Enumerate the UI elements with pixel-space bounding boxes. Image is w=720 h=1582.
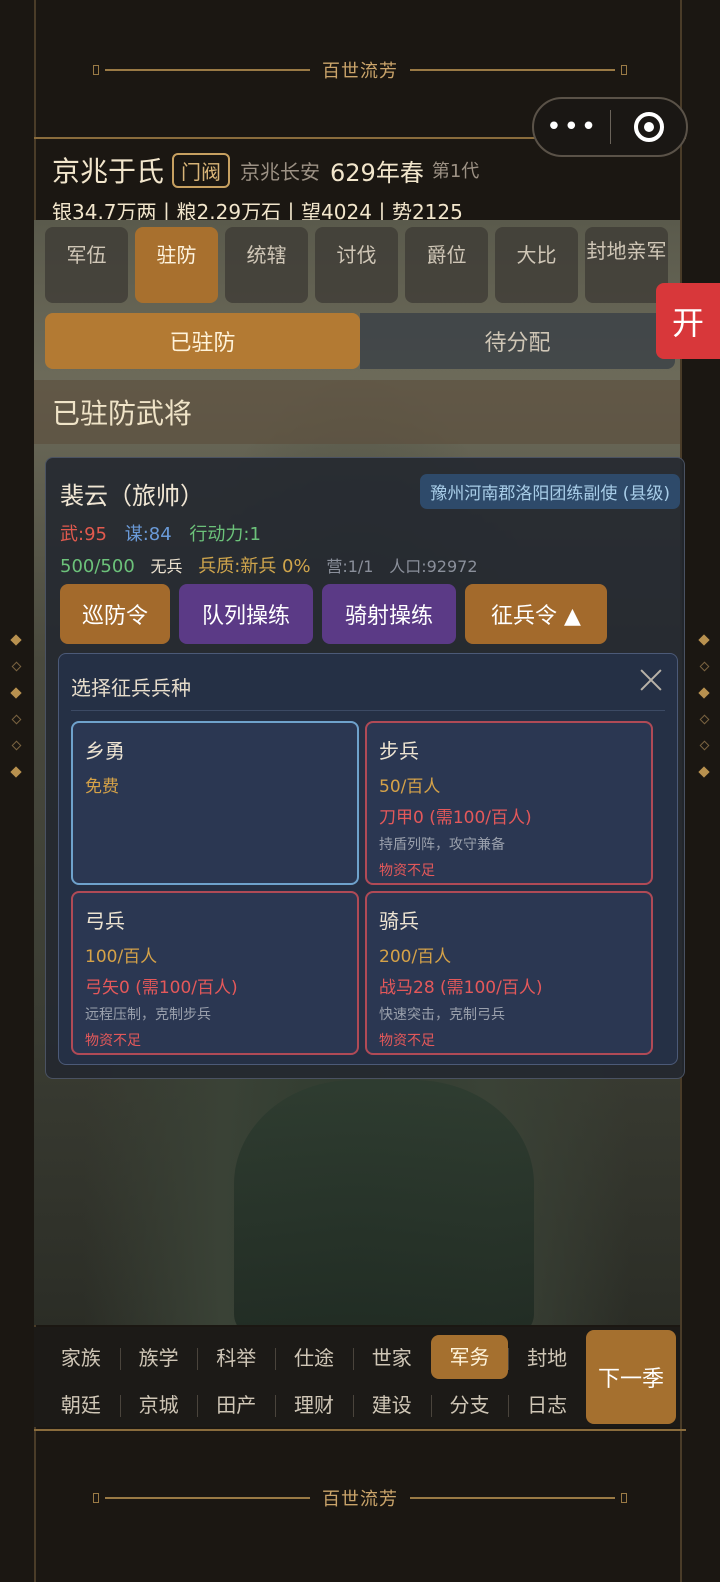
target-icon [633, 112, 664, 142]
stat-action-points: 行动力:1 [189, 524, 261, 545]
general-attributes: 武:95 谋:84 行动力:1 [60, 520, 273, 546]
general-troop-info: 500/500 无兵 兵质:新兵 0% 营:1/1 人口:92972 [60, 552, 488, 578]
right-ornament [697, 634, 711, 778]
recruit-option-archer[interactable]: 弓兵 100/百人 弓矢0 (需100/百人) 远程压制，克制步兵 物资不足 [71, 891, 359, 1055]
option-name: 骑兵 [379, 909, 419, 933]
patrol-order-button[interactable]: 巡防令 [60, 584, 170, 644]
side-open-tab[interactable]: 开 [656, 283, 720, 359]
close-miniprogram-button[interactable] [611, 112, 686, 142]
top-banner: 百世流芳 [0, 58, 720, 82]
option-description: 远程压制，克制步兵 [85, 1007, 211, 1023]
troop-arms: 无兵 [150, 557, 183, 576]
recruit-option-infantry[interactable]: 步兵 50/百人 刀甲0 (需100/百人) 持盾列阵，攻守兼备 物资不足 [365, 721, 653, 885]
nav-military[interactable]: 军务 [430, 1334, 509, 1379]
frame-bottom-divider [34, 1429, 686, 1431]
tab-garrison[interactable]: 驻防 [135, 227, 218, 303]
stat-martial: 武:95 [60, 524, 107, 545]
nav-imperial-exam[interactable]: 科举 [197, 1342, 275, 1371]
nav-log[interactable]: 日志 [508, 1389, 586, 1418]
nav-clan-school[interactable]: 族学 [119, 1342, 198, 1371]
nav-finance[interactable]: 理财 [275, 1389, 353, 1418]
nav-construction[interactable]: 建设 [352, 1389, 431, 1418]
troop-quality: 兵质:新兵 0% [198, 556, 311, 577]
more-menu-button[interactable]: ••• [534, 112, 610, 142]
general-name: 裴云（旅帅） [60, 482, 204, 510]
general-card: 裴云（旅帅） 豫州河南郡洛阳团练副使 (县级) 武:95 谋:84 行动力:1 … [45, 457, 685, 1079]
tab-command[interactable]: 统辖 [225, 227, 308, 303]
recruit-option-militia[interactable]: 乡勇 免费 [71, 721, 359, 885]
nav-career[interactable]: 仕途 [275, 1342, 353, 1371]
close-icon[interactable] [637, 666, 665, 694]
tab-army[interactable]: 军伍 [45, 227, 128, 303]
option-warning: 物资不足 [379, 1033, 435, 1049]
recruit-panel: 选择征兵兵种 乡勇 免费 步兵 50/百人 刀甲0 (需100/百人) 持盾列阵… [58, 653, 678, 1065]
troop-count: 500/500 [60, 556, 135, 577]
option-warning: 物资不足 [379, 863, 435, 879]
option-requirement: 弓矢0 (需100/百人) [85, 978, 238, 998]
nav-estates[interactable]: 田产 [197, 1389, 275, 1418]
banner-text-bottom: 百世流芳 [322, 1489, 398, 1510]
option-name: 弓兵 [85, 909, 125, 933]
subtab-garrisoned[interactable]: 已驻防 [45, 313, 360, 369]
option-cost: 50/百人 [379, 777, 441, 797]
current-season: 629年春 [330, 158, 424, 187]
recruit-option-cavalry[interactable]: 骑兵 200/百人 战马28 (需100/百人) 快速突击，克制弓兵 物资不足 [365, 891, 653, 1055]
banner-text: 百世流芳 [322, 61, 398, 82]
section-title: 已驻防武将 [34, 380, 680, 444]
subtab-unassigned[interactable]: 待分配 [360, 313, 675, 369]
population: 人口:92972 [389, 557, 478, 576]
garrison-subtabs: 已驻防 待分配 [45, 313, 675, 369]
formation-drill-button[interactable]: 队列操练 [179, 584, 313, 644]
next-season-button[interactable]: 下一季 [586, 1330, 676, 1424]
option-name: 乡勇 [85, 739, 125, 763]
tab-campaign[interactable]: 讨伐 [315, 227, 398, 303]
camp-count: 营:1/1 [326, 557, 374, 576]
nav-court[interactable]: 朝廷 [42, 1389, 120, 1418]
option-name: 步兵 [379, 739, 419, 763]
nav-fief[interactable]: 封地 [508, 1342, 586, 1371]
clan-location: 京兆长安 [240, 159, 321, 184]
character-illustration [234, 1080, 534, 1325]
clan-tag-badge: 门阀 [172, 152, 231, 188]
option-warning: 物资不足 [85, 1033, 141, 1049]
nav-family[interactable]: 家族 [42, 1342, 120, 1371]
military-tabs: 军伍 驻防 统辖 讨伐 爵位 大比 封地亲军 [45, 227, 668, 303]
recruit-divider [71, 710, 665, 711]
general-actions: 巡防令 队列操练 骑射操练 征兵令 ▲ [60, 584, 607, 644]
stat-strategy: 谋:84 [124, 524, 172, 545]
tab-nobility[interactable]: 爵位 [405, 227, 488, 303]
option-description: 快速突击，克制弓兵 [379, 1007, 505, 1023]
general-post-badge: 豫州河南郡洛阳团练副使 (县级) [420, 474, 680, 509]
tab-tournament[interactable]: 大比 [495, 227, 578, 303]
clan-name: 京兆于氏 [52, 155, 165, 188]
option-cost: 200/百人 [379, 947, 452, 967]
option-requirement: 刀甲0 (需100/百人) [379, 808, 532, 828]
bottom-navigation: 家族 族学 科举 仕途 世家 军务 封地 朝廷 京城 田产 理财 建设 分支 日… [34, 1327, 680, 1427]
conscription-order-button[interactable]: 征兵令 ▲ [465, 584, 607, 644]
nav-noble-houses[interactable]: 世家 [352, 1342, 431, 1371]
bottom-banner: 百世流芳 [0, 1486, 720, 1510]
archery-drill-button[interactable]: 骑射操练 [322, 584, 456, 644]
clan-header: 京兆于氏 门阀 京兆长安 629年春 第1代 银34.7万两丨粮2.29万石丨望… [52, 150, 672, 225]
left-ornament [9, 634, 23, 778]
option-cost: 免费 [85, 777, 119, 797]
option-cost: 100/百人 [85, 947, 158, 967]
nav-branches[interactable]: 分支 [430, 1389, 509, 1418]
miniprogram-capsule: ••• [532, 97, 688, 157]
option-requirement: 战马28 (需100/百人) [379, 978, 543, 998]
option-description: 持盾列阵，攻守兼备 [379, 837, 505, 853]
generation: 第1代 [431, 161, 480, 182]
recruit-panel-title: 选择征兵兵种 [71, 676, 191, 700]
nav-capital[interactable]: 京城 [119, 1389, 198, 1418]
